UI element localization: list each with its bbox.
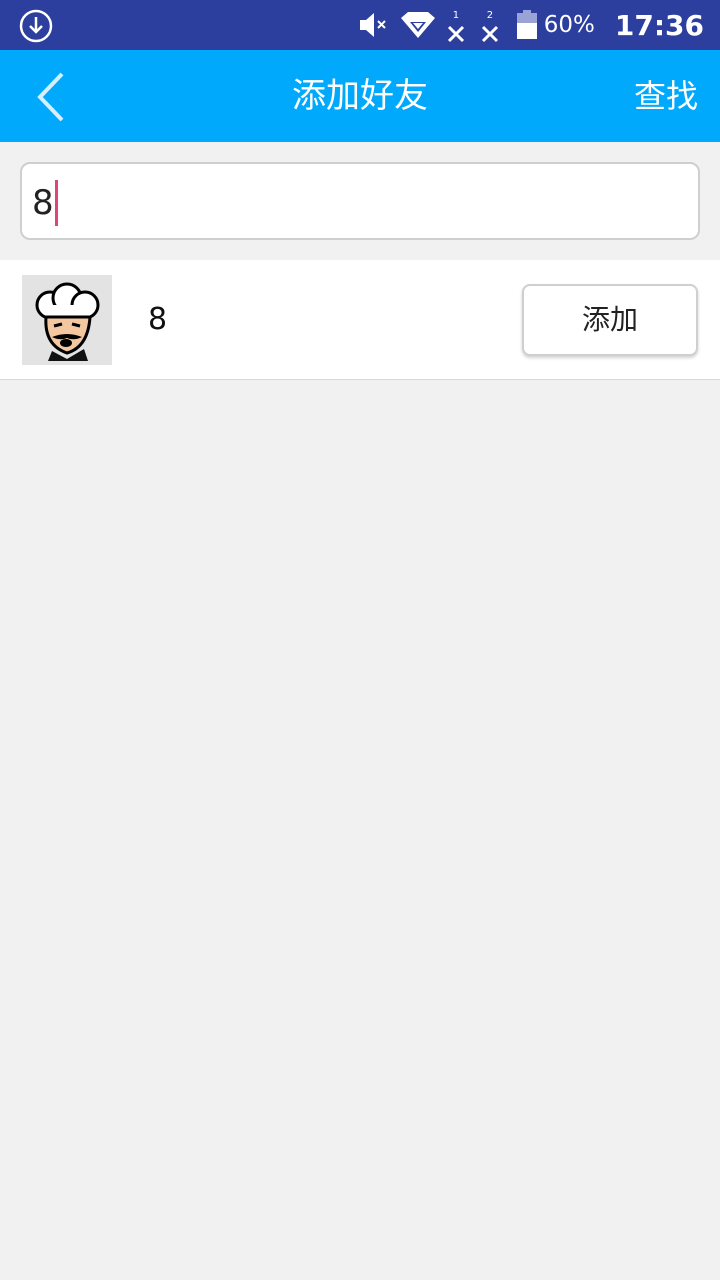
mute-icon — [359, 13, 386, 37]
add-friend-button[interactable]: 添加 — [522, 284, 698, 356]
app-bar: 添加好友 查找 — [0, 50, 720, 142]
battery-percent: 60% — [543, 12, 595, 38]
status-bar: 1 2 60% 17:36 — [0, 0, 720, 50]
wifi-icon — [400, 12, 435, 38]
sim1-label: 1 — [452, 10, 460, 21]
sim1-no-signal-icon: 1 — [444, 5, 468, 45]
sim2-label: 2 — [486, 10, 494, 21]
battery-icon — [516, 10, 537, 39]
chef-avatar-icon — [22, 275, 112, 365]
page-title: 添加好友 — [292, 76, 428, 116]
sim2-no-signal-icon: 2 — [478, 5, 502, 45]
search-input[interactable]: 8 — [20, 162, 700, 240]
back-chevron-icon[interactable] — [28, 70, 78, 124]
search-text: 8 — [32, 183, 54, 223]
list-item: 8 添加 — [0, 260, 720, 380]
text-caret — [54, 180, 58, 226]
avatar — [22, 275, 112, 365]
search-action-button[interactable]: 查找 — [634, 50, 698, 142]
download-icon — [19, 9, 53, 43]
user-name: 8 — [148, 302, 168, 337]
clock: 17:36 — [614, 8, 704, 42]
search-input-value[interactable]: 8 — [32, 180, 58, 226]
